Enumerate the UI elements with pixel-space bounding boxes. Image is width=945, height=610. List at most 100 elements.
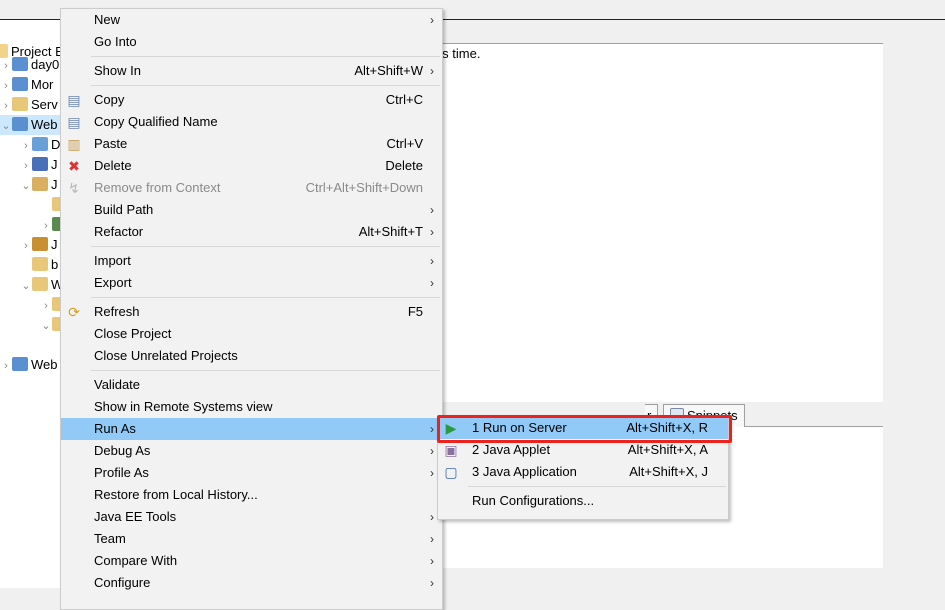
chevron-right-icon: ›: [430, 466, 434, 480]
chevron-right-icon: ›: [430, 225, 434, 239]
chevron-right-icon: ›: [430, 13, 434, 27]
tree-item[interactable]: ⌄: [40, 315, 68, 336]
menu-item-show-in[interactable]: Show In Alt+Shift+W ›: [61, 60, 442, 82]
menu-item-paste[interactable]: ▥ Paste Ctrl+V: [61, 133, 442, 155]
menu-item-compare-with[interactable]: Compare With ›: [61, 550, 442, 572]
project-icon: [32, 277, 48, 291]
tree-item-label: Web: [31, 357, 58, 372]
outline-view: [380, 64, 883, 416]
menu-separator: [61, 82, 442, 89]
menu-item-close-unrelated-projects[interactable]: Close Unrelated Projects: [61, 345, 442, 367]
menu-item-label: Run Configurations...: [472, 493, 595, 508]
menu-item-restore-from-local-history[interactable]: Restore from Local History...: [61, 484, 442, 506]
tree-item[interactable]: › Web: [0, 355, 62, 375]
project-icon: [12, 97, 28, 111]
menu-item-2-java-applet[interactable]: ▣ 2 Java Applet Alt+Shift+X, A: [438, 439, 728, 461]
menu-separator: [61, 367, 442, 374]
menu-item-label: Compare With: [94, 553, 178, 568]
tree-item[interactable]: › J: [20, 155, 62, 175]
tree-item[interactable]: › day0: [0, 55, 62, 75]
menu-item-label: Go Into: [94, 34, 137, 49]
menu-item-refresh[interactable]: ⟳ Refresh F5: [61, 301, 442, 323]
menu-item-label: Restore from Local History...: [94, 487, 258, 502]
project-icon: [32, 137, 48, 151]
tree-item[interactable]: ⌄ Web: [0, 115, 62, 135]
menu-item-label: Remove from Context: [94, 180, 221, 195]
menu-item-refactor[interactable]: Refactor Alt+Shift+T ›: [61, 221, 442, 243]
menu-item-build-path[interactable]: Build Path ›: [61, 199, 442, 221]
menu-item-team[interactable]: Team ›: [61, 528, 442, 550]
menu-item-label: Refresh: [94, 304, 140, 319]
project-icon: [32, 237, 48, 251]
chevron-right-icon[interactable]: ›: [20, 236, 32, 256]
project-icon: [12, 77, 28, 91]
menu-item-run-configurations[interactable]: Run Configurations...: [438, 490, 728, 512]
chevron-down-icon[interactable]: ⌄: [0, 116, 12, 136]
menu-item-copy-qualified-name[interactable]: ▤ Copy Qualified Name: [61, 111, 442, 133]
menu-item-show-in-remote-systems-view[interactable]: Show in Remote Systems view: [61, 396, 442, 418]
delete-icon: ✖: [68, 158, 80, 174]
menu-item-1-run-on-server[interactable]: ▶ 1 Run on Server Alt+Shift+X, R: [438, 417, 728, 439]
chevron-down-icon[interactable]: ⌄: [20, 276, 32, 296]
menu-item-label: Copy Qualified Name: [94, 114, 218, 129]
menu-item-3-java-application[interactable]: ▢ 3 Java Application Alt+Shift+X, J: [438, 461, 728, 483]
tree-item[interactable]: ›: [40, 215, 68, 236]
chevron-right-icon[interactable]: ›: [0, 76, 12, 96]
menu-item-shortcut: Alt+Shift+X, A: [627, 442, 708, 457]
menu-item-label: Export: [94, 275, 132, 290]
chevron-right-icon[interactable]: ›: [0, 96, 12, 116]
menu-separator: [61, 294, 442, 301]
chevron-down-icon[interactable]: ⌄: [40, 316, 52, 336]
menu-item-new[interactable]: New ›: [61, 9, 442, 31]
tree-item-label: D: [51, 137, 61, 152]
tree-item[interactable]: b: [20, 255, 62, 275]
project-icon: [12, 57, 28, 71]
menu-item-label: 1 Run on Server: [472, 420, 567, 435]
chevron-right-icon: ›: [430, 64, 434, 78]
menu-item-go-into[interactable]: Go Into: [61, 31, 442, 53]
tree-item[interactable]: ›: [40, 295, 68, 316]
menu-item-shortcut: Alt+Shift+X, R: [626, 420, 708, 435]
tree-item[interactable]: [40, 195, 68, 215]
menu-item-run-as[interactable]: Run As ›: [61, 418, 442, 440]
menu-item-java-ee-tools[interactable]: Java EE Tools ›: [61, 506, 442, 528]
menu-item-label: Configure: [94, 575, 151, 590]
menu-item-profile-as[interactable]: Profile As ›: [61, 462, 442, 484]
menu-item-label: 3 Java Application: [472, 464, 577, 479]
menu-item-label: Show In: [94, 63, 141, 78]
menu-item-label: Team: [94, 531, 126, 546]
menu-item-export[interactable]: Export ›: [61, 272, 442, 294]
menu-item-label: Debug As: [94, 443, 151, 458]
menu-item-debug-as[interactable]: Debug As ›: [61, 440, 442, 462]
menu-item-label: Validate: [94, 377, 141, 392]
run-on-server-icon: ▶: [445, 420, 457, 436]
chevron-right-icon[interactable]: ›: [0, 356, 12, 376]
menu-item-import[interactable]: Import ›: [61, 250, 442, 272]
chevron-right-icon[interactable]: ›: [40, 216, 52, 236]
tree-item-label: Web: [31, 117, 58, 132]
tree-item-label: Serv: [31, 97, 58, 112]
menu-item-remove-from-context[interactable]: ↯ Remove from Context Ctrl+Alt+Shift+Down: [61, 177, 442, 199]
menu-separator: [438, 483, 728, 490]
menu-item-delete[interactable]: ✖ Delete Delete: [61, 155, 442, 177]
menu-item-validate[interactable]: Validate: [61, 374, 442, 396]
menu-item-configure[interactable]: Configure ›: [61, 572, 442, 594]
chevron-right-icon[interactable]: ›: [20, 136, 32, 156]
tree-item[interactable]: ⌄ W: [20, 275, 63, 296]
chevron-right-icon[interactable]: ›: [0, 56, 12, 76]
menu-item-close-project[interactable]: Close Project: [61, 323, 442, 345]
chevron-right-icon[interactable]: ›: [20, 156, 32, 176]
tree-item[interactable]: › Mor: [0, 75, 62, 95]
tree-item[interactable]: › J: [20, 235, 62, 255]
tree-item[interactable]: › Serv: [0, 95, 62, 115]
tree-item[interactable]: ⌄ J: [20, 175, 62, 195]
menu-item-label: Refactor: [94, 224, 144, 239]
tree-item[interactable]: › D: [20, 135, 62, 155]
menu-item-label: Java EE Tools: [94, 509, 177, 524]
java-applet-icon: ▣: [444, 442, 458, 458]
menu-item-copy[interactable]: ▤ Copy Ctrl+C: [61, 89, 442, 111]
chevron-right-icon[interactable]: ›: [40, 296, 52, 316]
menu-item-label: Close Unrelated Projects: [94, 348, 238, 363]
chevron-down-icon[interactable]: ⌄: [20, 176, 32, 196]
menu-item-label: Run As: [94, 421, 136, 436]
